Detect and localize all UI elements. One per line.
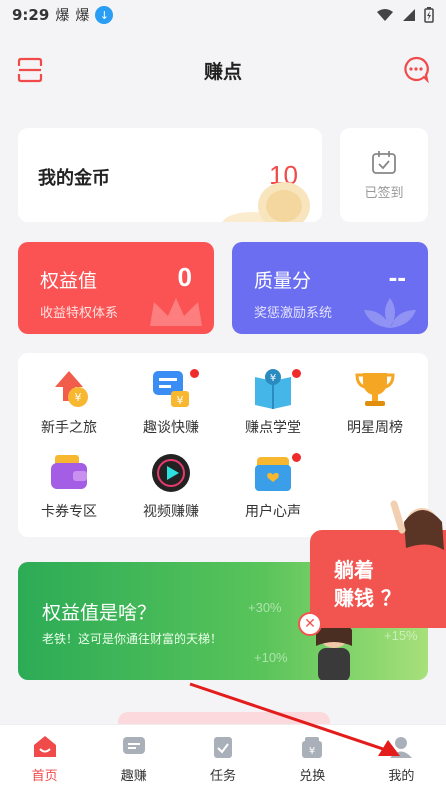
task-icon (214, 736, 232, 758)
calendar-check-icon (372, 150, 396, 174)
tab-tasks[interactable]: 任务 (178, 725, 267, 793)
rights-name: 权益值 (40, 270, 98, 292)
grid-item-coupons[interactable]: 卡券专区 (23, 451, 115, 531)
grid-item-video[interactable]: 视频赚赚 (125, 451, 217, 531)
quality-value: -- (388, 262, 406, 292)
grid-item-school[interactable]: ¥ 赚点学堂 (227, 367, 319, 447)
grid-item-chat-earn[interactable]: ¥ 趣谈快赚 (125, 367, 217, 447)
rights-subtitle: 收益特权体系 (40, 306, 119, 321)
grid-item-label: 赚点学堂 (245, 420, 301, 436)
tab-exchange[interactable]: ¥ 兑换 (268, 725, 357, 793)
battery-icon (424, 7, 434, 23)
tab-label: 任务 (210, 768, 237, 784)
crown-icon (150, 298, 202, 326)
top-bar: 赚点 (0, 44, 446, 96)
tab-home[interactable]: 首页 (0, 725, 89, 793)
signin-button[interactable]: 已签到 (340, 128, 428, 222)
notification-dot (190, 369, 199, 378)
status-time: 9:29 (12, 6, 50, 24)
trophy-icon (355, 373, 395, 406)
rights-card[interactable]: 权益值 0 收益特权体系 (18, 242, 214, 334)
svg-text:¥: ¥ (177, 394, 184, 407)
lotus-icon (364, 298, 416, 328)
notification-dot (292, 453, 301, 462)
video-icon (152, 454, 190, 492)
floating-promo[interactable]: 躺着 赚钱 ？ ✕ (292, 500, 446, 650)
notification-icon: 爆 (75, 8, 90, 24)
signin-label: 已签到 (364, 185, 404, 201)
tab-label: 趣赚 (120, 768, 147, 784)
rights-value: 0 (177, 262, 192, 292)
signal-icon (403, 9, 415, 21)
tab-profile[interactable]: 我的 (357, 725, 446, 793)
grid-item-label: 视频赚赚 (143, 504, 199, 520)
tab-label: 兑换 (299, 768, 326, 784)
book-icon: ¥ (251, 367, 301, 411)
promo-character (390, 500, 444, 550)
banner-pct: +30% (248, 600, 282, 615)
chat-icon (122, 736, 145, 754)
download-icon: ↓ (95, 6, 114, 24)
status-bar: 9:29 爆 爆 ↓ (0, 0, 446, 30)
home-icon (33, 735, 56, 757)
banner-pct: +10% (254, 650, 288, 665)
profile-icon (390, 736, 413, 758)
grid-item-star-rank[interactable]: 明星周榜 (329, 367, 421, 447)
coins-label: 我的金币 (38, 168, 110, 189)
exchange-icon: ¥ (302, 736, 323, 758)
promo-line2: 赚钱 ？ (334, 586, 401, 610)
promo-line1: 躺着 (334, 558, 374, 582)
notification-dot (292, 369, 301, 378)
wallet-icon (51, 455, 87, 489)
quality-name: 质量分 (254, 270, 312, 292)
bottom-tab-bar: 首页 趣赚 任务 ¥ 兑换 我的 (0, 724, 446, 793)
scan-icon[interactable] (16, 56, 44, 84)
notification-icon: 爆 (55, 8, 70, 24)
chat-earn-icon: ¥ (149, 367, 199, 411)
close-icon[interactable]: ✕ (298, 612, 322, 636)
wifi-icon (377, 9, 393, 21)
banner-title: 权益值是啥？ (42, 602, 157, 624)
system-icons (376, 7, 434, 23)
page-title: 赚点 (203, 60, 242, 83)
coins-card[interactable]: 我的金币 10 (18, 128, 322, 222)
svg-text:¥: ¥ (270, 373, 276, 384)
grid-item-label: 明星周榜 (347, 420, 403, 436)
newbie-icon: ¥ (55, 371, 88, 407)
message-icon[interactable] (402, 55, 430, 83)
svg-text:¥: ¥ (309, 746, 315, 757)
tab-label: 我的 (388, 768, 415, 784)
svg-text:¥: ¥ (75, 391, 82, 404)
tab-earn[interactable]: 趣赚 (89, 725, 178, 793)
grid-item-label: 新手之旅 (41, 420, 97, 436)
coin-stack-icon (222, 182, 310, 222)
quality-subtitle: 奖惩激励系统 (254, 306, 333, 321)
quality-card[interactable]: 质量分 -- 奖惩激励系统 (232, 242, 428, 334)
banner-subtitle: 老铁！这可是你通往财富的天梯！ (42, 632, 223, 646)
grid-item-label: 趣谈快赚 (143, 420, 199, 436)
mailbox-icon (251, 451, 301, 495)
grid-item-newbie[interactable]: ¥ 新手之旅 (23, 367, 115, 447)
grid-item-label: 卡券专区 (41, 504, 97, 520)
tab-label: 首页 (31, 768, 58, 784)
